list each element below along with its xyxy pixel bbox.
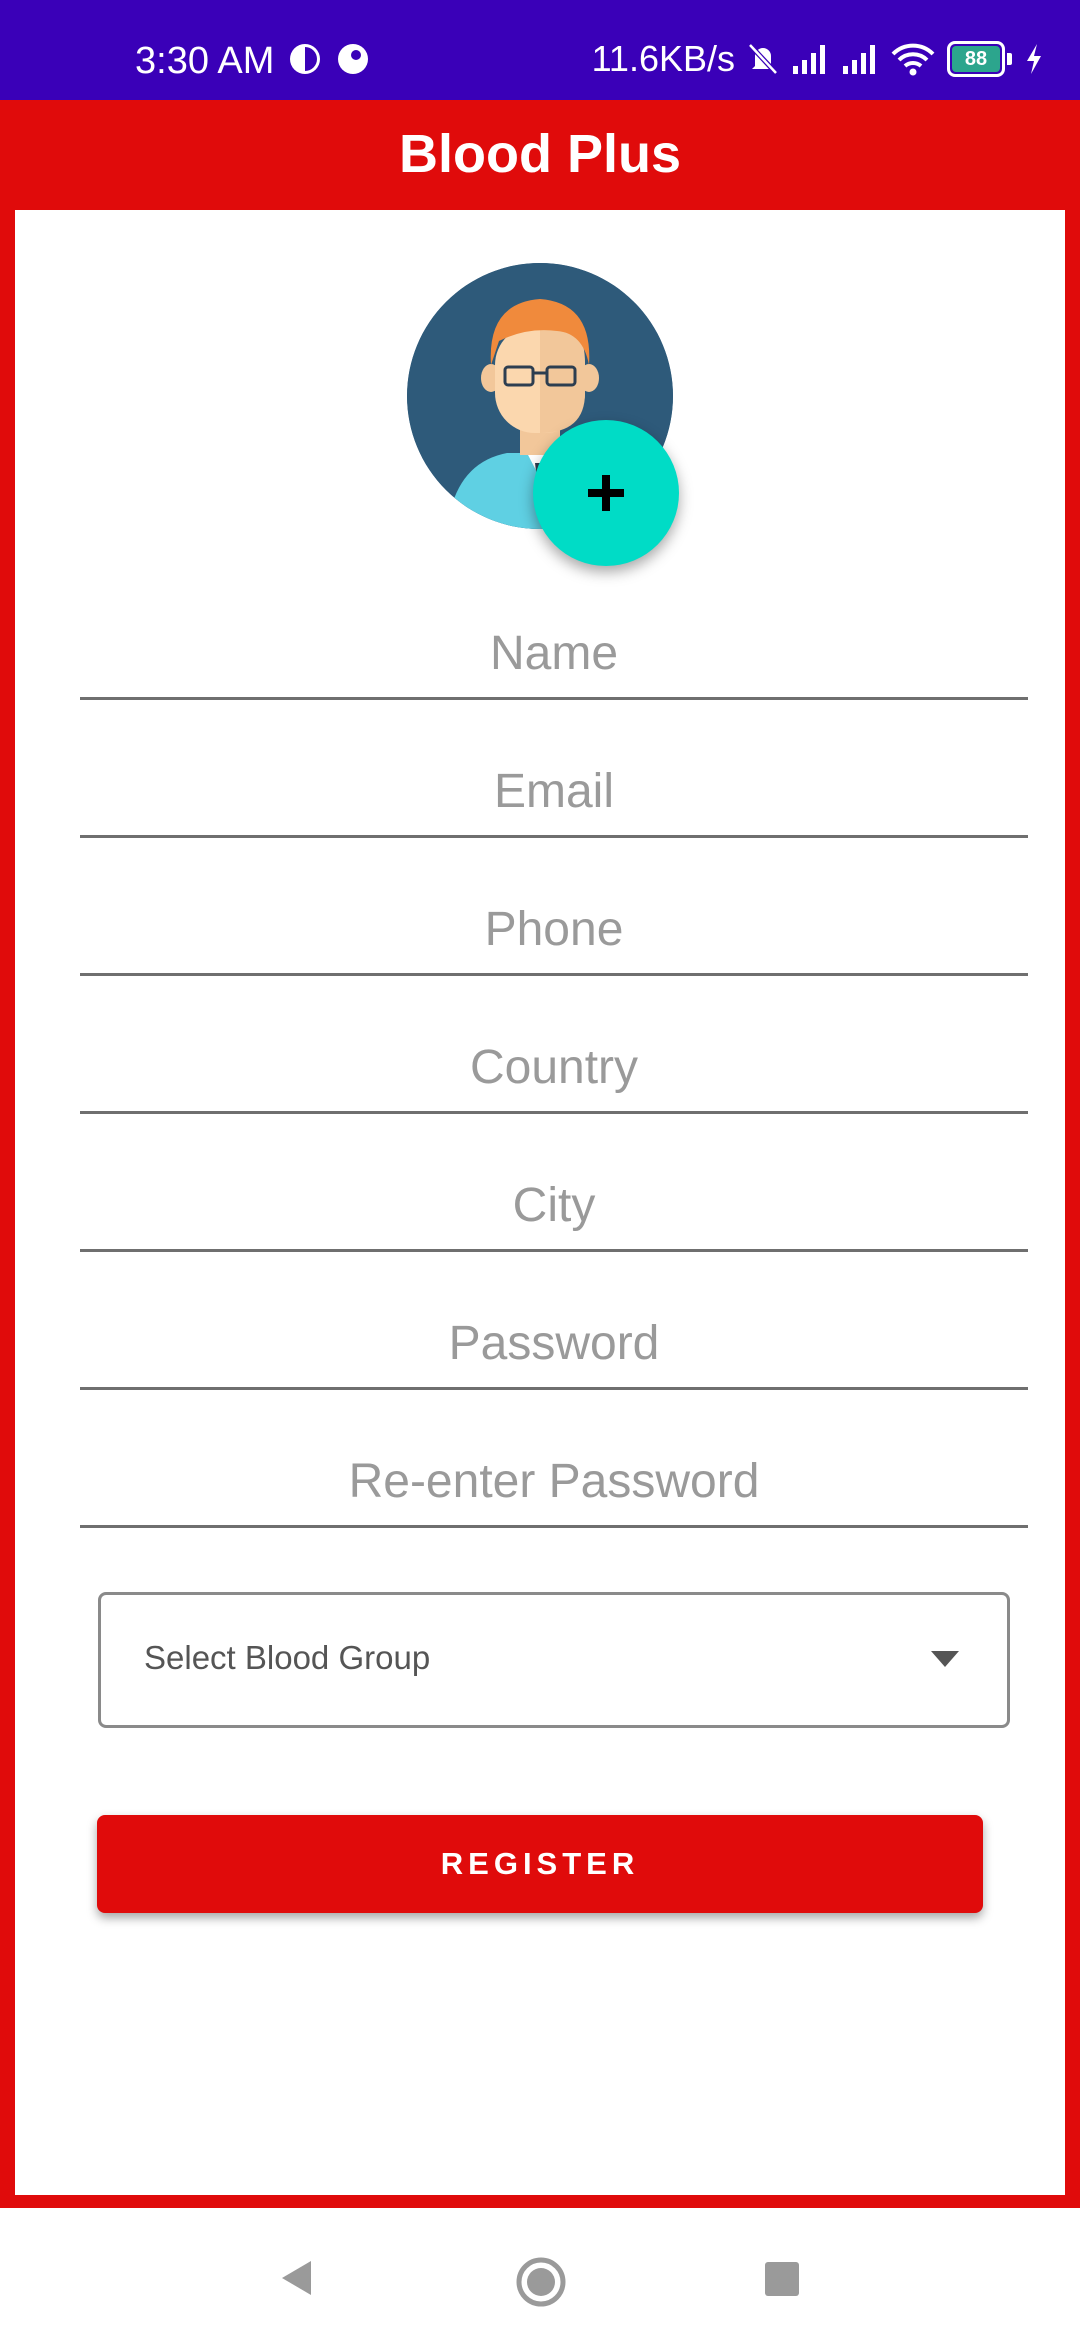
notification-icon [290, 44, 320, 74]
country-input[interactable] [80, 1024, 1028, 1111]
plus-icon [588, 475, 624, 511]
register-button[interactable]: REGISTER [97, 1815, 983, 1913]
mute-icon [748, 43, 778, 75]
home-circle-icon[interactable] [515, 2256, 567, 2308]
phone-input[interactable] [80, 886, 1028, 973]
password-field[interactable] [80, 1300, 1028, 1390]
signal-icon [793, 45, 825, 74]
back-triangle-icon[interactable] [278, 2258, 314, 2298]
app-bar: Blood Plus [0, 100, 1080, 208]
reenter-password-input[interactable] [80, 1438, 1028, 1525]
recent-square-icon[interactable] [765, 2262, 799, 2296]
email-field[interactable] [80, 748, 1028, 838]
system-nav-bar [0, 2208, 1080, 2340]
city-field[interactable] [80, 1162, 1028, 1252]
city-input[interactable] [80, 1162, 1028, 1249]
network-speed: 11.6KB/s [591, 38, 735, 79]
reenter-password-field[interactable] [80, 1438, 1028, 1528]
password-input[interactable] [80, 1300, 1028, 1387]
status-bar: 3:30 AM 11.6KB/s 88 [0, 0, 1080, 100]
blood-group-select-label: Select Blood Group [144, 1639, 431, 1676]
app-title: Blood Plus [399, 124, 681, 184]
caret-down-icon [931, 1651, 959, 1667]
signal-icon [843, 45, 875, 74]
battery-icon: 88 [947, 41, 1005, 77]
add-photo-button[interactable] [533, 420, 679, 566]
status-time: 3:30 AM [135, 40, 275, 82]
name-field[interactable] [80, 610, 1028, 700]
charging-icon [1027, 44, 1041, 74]
battery-cap [1007, 53, 1012, 65]
country-field[interactable] [80, 1024, 1028, 1114]
name-input[interactable] [80, 610, 1028, 697]
wifi-icon [891, 43, 935, 76]
register-button-label: REGISTER [440, 1846, 640, 1881]
status-right-cluster: 11.6KB/s 88 [592, 34, 1044, 84]
phone-field[interactable] [80, 886, 1028, 976]
email-input[interactable] [80, 748, 1028, 835]
battery-level: 88 [964, 47, 988, 70]
notification-icon [338, 44, 368, 74]
status-notification-icons [288, 42, 370, 76]
blood-group-select[interactable]: Select Blood Group [98, 1592, 1010, 1728]
